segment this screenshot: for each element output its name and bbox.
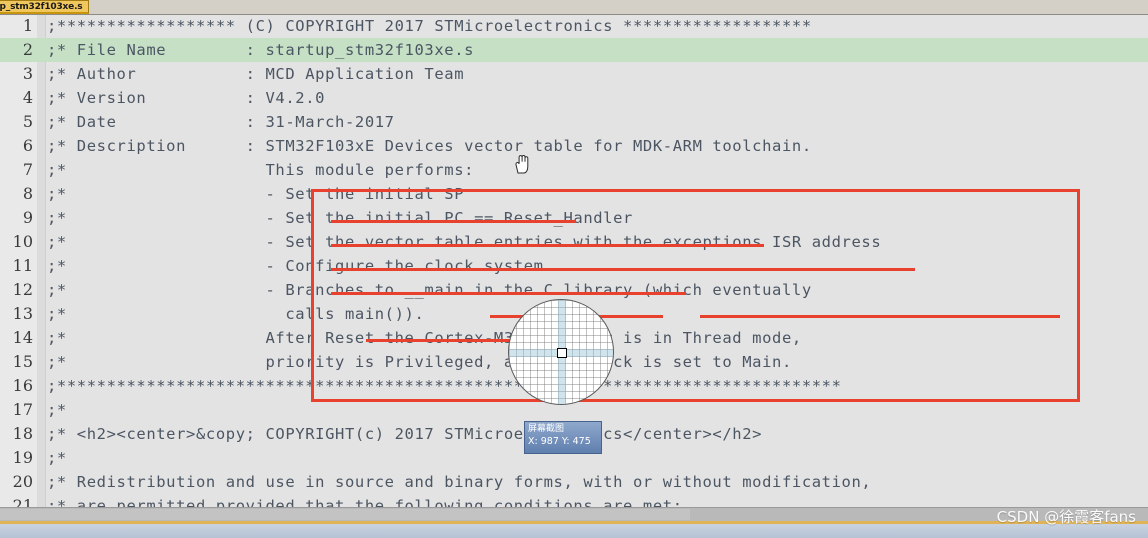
line-number: 7	[22, 160, 33, 179]
csdn-watermark: CSDN @徐霞客fans	[996, 508, 1136, 526]
code-line-text: ;* - Set the vector table entries with t…	[47, 233, 882, 251]
code-editor-window: rtup_stm32f103xe.s 1 ;****************** …	[0, 0, 1148, 538]
line-number: 16	[12, 376, 33, 395]
code-line-text: ;* - Set the initial SP	[47, 185, 465, 203]
line-number: 20	[12, 472, 33, 491]
code-line-9[interactable]: 9 ;* - Set the initial PC == Reset_Handle…	[0, 206, 1148, 230]
code-line-text: ;****************** (C) COPYRIGHT 2017 S…	[47, 17, 812, 35]
line-number: 2	[22, 40, 33, 59]
line-number: 1	[22, 16, 33, 35]
code-line-4[interactable]: 4 ;* Version : V4.2.0	[0, 86, 1148, 110]
line-number: 6	[22, 136, 33, 155]
code-line-text: ;* - Set the initial PC == Reset_Handler	[47, 209, 633, 227]
line-number: 9	[22, 208, 33, 227]
code-line-8[interactable]: 8 ;* - Set the initial SP	[0, 182, 1148, 206]
code-line-21[interactable]: 21 ;* are permitted provided that the fol…	[0, 494, 1148, 507]
code-line-10[interactable]: 10 ;* - Set the vector table entries with…	[0, 230, 1148, 254]
code-line-text: ;* Version : V4.2.0	[47, 89, 326, 107]
coordinate-tooltip-label: 屏幕截图	[528, 424, 565, 434]
code-line-text: ;* This module performs:	[47, 161, 475, 179]
code-line-text: ;* Author : MCD Application Team	[47, 65, 465, 83]
code-line-6[interactable]: 6 ;* Description : STM32F103xE Devices ve…	[0, 134, 1148, 158]
magnifier-coordinate-tooltip: 屏幕截图 X: 987 Y: 475	[524, 421, 602, 454]
line-number: 4	[22, 88, 33, 107]
line-number: 13	[12, 304, 33, 323]
code-line-text: ;* Date : 31-March-2017	[47, 113, 395, 131]
code-line-11[interactable]: 11 ;* - Configure the clock system	[0, 254, 1148, 278]
horizontal-scrollbar[interactable]	[0, 507, 1148, 521]
code-line-12[interactable]: 12 ;* - Branches to __main in the C libra…	[0, 278, 1148, 302]
line-number: 3	[22, 64, 33, 83]
code-line-2[interactable]: 2 ;* File Name : startup_stm32f103xe.s	[0, 38, 1148, 62]
magnifier-center-pixel	[557, 348, 567, 358]
code-line-1[interactable]: 1 ;****************** (C) COPYRIGHT 2017 …	[0, 15, 1148, 38]
code-line-3[interactable]: 3 ;* Author : MCD Application Team	[0, 62, 1148, 86]
line-number: 12	[12, 280, 33, 299]
code-line-text: ;* - Branches to __main in the C library…	[47, 281, 812, 299]
line-number: 19	[12, 448, 33, 467]
code-line-text: ;*	[47, 449, 67, 467]
line-number: 5	[22, 112, 33, 131]
code-line-20[interactable]: 20 ;* Redistribution and use in source an…	[0, 470, 1148, 494]
editor-tab-startup-file[interactable]: rtup_stm32f103xe.s	[0, 0, 90, 14]
coordinate-tooltip-value: X: 987 Y: 475	[528, 436, 591, 447]
code-line-text: ;* - Configure the clock system	[47, 257, 544, 275]
code-line-text: ;* are permitted provided that the follo…	[47, 497, 683, 507]
code-line-text: ;* calls main()).	[47, 305, 425, 323]
line-number: 18	[12, 424, 33, 443]
code-line-text: ;* Description : STM32F103xE Devices vec…	[47, 137, 812, 155]
code-editor-area[interactable]: 1 ;****************** (C) COPYRIGHT 2017 …	[0, 15, 1148, 507]
code-line-text: ;* priority is Privileged, and the Stack…	[47, 353, 792, 371]
line-number: 8	[22, 184, 33, 203]
code-line-text: ;* Redistribution and use in source and …	[47, 473, 872, 491]
code-line-text: ;* <h2><center>&copy; COPYRIGHT(c) 2017 …	[47, 425, 763, 443]
line-number: 11	[12, 256, 33, 275]
line-number: 15	[12, 352, 33, 371]
line-number: 17	[12, 400, 33, 419]
code-line-text: ;* After Reset the Cortex-M3 processor i…	[47, 329, 802, 347]
code-line-text: ;***************************************…	[47, 377, 842, 395]
line-number: 14	[12, 328, 33, 347]
code-line-text: ;* File Name : startup_stm32f103xe.s	[47, 41, 475, 59]
status-bar	[0, 524, 1148, 538]
code-line-7[interactable]: 7 ;* This module performs:	[0, 158, 1148, 182]
code-line-text: ;*	[47, 401, 67, 419]
line-number: 21	[12, 496, 33, 507]
screen-magnifier-loupe	[508, 299, 614, 405]
code-line-5[interactable]: 5 ;* Date : 31-March-2017	[0, 110, 1148, 134]
editor-tab-bar: rtup_stm32f103xe.s	[0, 0, 1148, 15]
horizontal-scrollbar-thumb[interactable]	[0, 509, 690, 520]
line-number: 10	[12, 232, 33, 251]
